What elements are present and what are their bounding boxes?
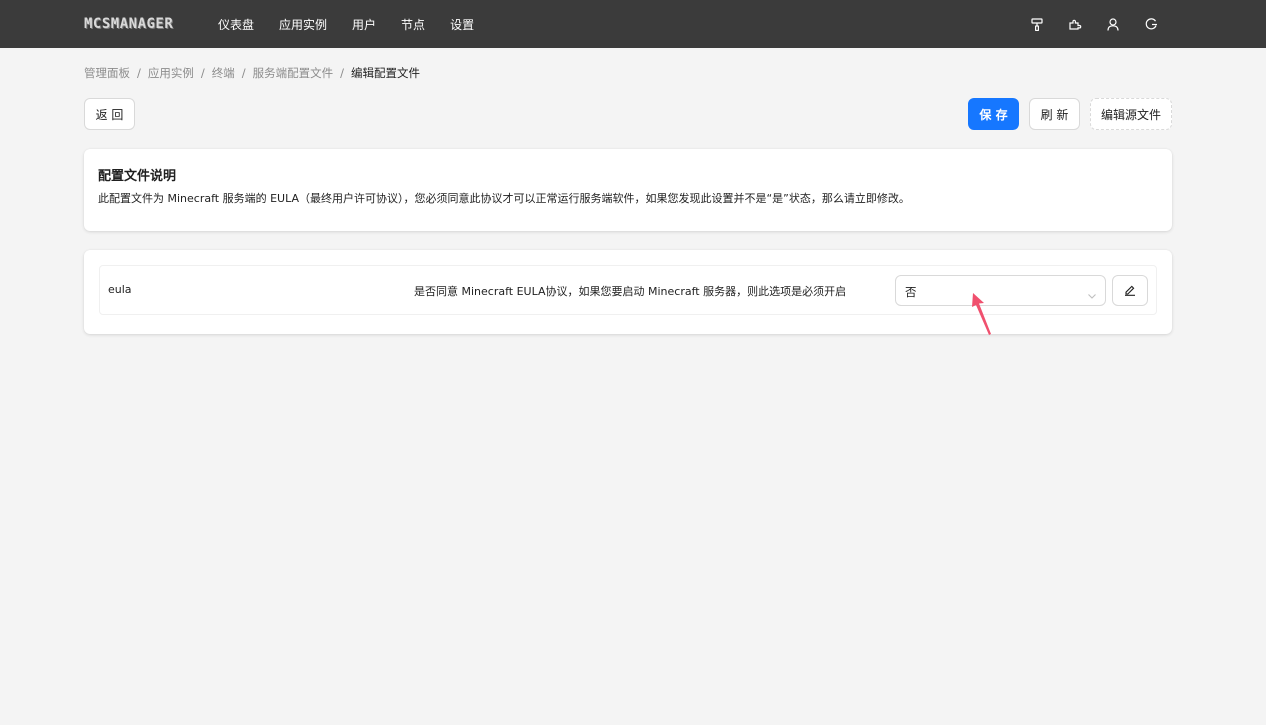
breadcrumb-separator: / [137,66,141,80]
edit-value-button[interactable] [1112,275,1148,306]
breadcrumb: 管理面板 / 应用实例 / 终端 / 服务端配置文件 / 编辑配置文件 [84,65,420,81]
nav-item-nodes[interactable]: 节点 [401,16,425,33]
eula-select[interactable]: 否 [895,275,1106,306]
app-logo[interactable]: MCSMANAGER [84,16,173,32]
card-description: 此配置文件为 Minecraft 服务端的 EULA（最终用户许可协议），您必须… [98,192,910,205]
config-description-card: 配置文件说明 此配置文件为 Minecraft 服务端的 EULA（最终用户许可… [84,149,1172,231]
logout-icon[interactable] [1132,0,1170,48]
edit-source-button[interactable]: 编辑源文件 [1090,98,1172,130]
breadcrumb-item-current: 编辑配置文件 [351,66,420,80]
main-nav: 仪表盘 应用实例 用户 节点 设置 [218,0,499,48]
chevron-down-icon [1087,286,1097,305]
breadcrumb-item-terminal[interactable]: 终端 [212,65,235,81]
puzzle-icon[interactable] [1056,0,1094,48]
config-row-eula: eula 是否同意 Minecraft EULA协议，如果您要启动 Minecr… [99,265,1157,315]
nav-item-users[interactable]: 用户 [352,16,376,33]
breadcrumb-item-panel[interactable]: 管理面板 [84,65,130,81]
breadcrumb-separator: / [241,66,246,80]
paint-roller-icon[interactable] [1018,0,1056,48]
breadcrumb-separator: / [340,66,344,80]
card-title: 配置文件说明 [98,169,177,184]
config-key: eula [108,283,132,296]
user-icon[interactable] [1094,0,1132,48]
save-button[interactable]: 保 存 [968,98,1019,130]
config-description: 是否同意 Minecraft EULA协议，如果您要启动 Minecraft 服… [414,285,847,298]
refresh-button[interactable]: 刷 新 [1029,98,1080,130]
top-navbar: MCSMANAGER 仪表盘 应用实例 用户 节点 设置 [0,0,1266,48]
config-editor-card: eula 是否同意 Minecraft EULA协议，如果您要启动 Minecr… [84,250,1172,334]
breadcrumb-item-instances[interactable]: 应用实例 [148,65,194,81]
top-right-icons [1018,0,1170,48]
breadcrumb-separator: / [200,66,205,80]
breadcrumb-item-server-config[interactable]: 服务端配置文件 [253,65,334,81]
select-value: 否 [905,285,917,299]
nav-item-settings[interactable]: 设置 [450,16,474,33]
pencil-icon [1124,281,1136,300]
back-button[interactable]: 返 回 [84,98,135,130]
nav-item-dashboard[interactable]: 仪表盘 [218,16,254,33]
nav-item-instances[interactable]: 应用实例 [279,16,327,33]
